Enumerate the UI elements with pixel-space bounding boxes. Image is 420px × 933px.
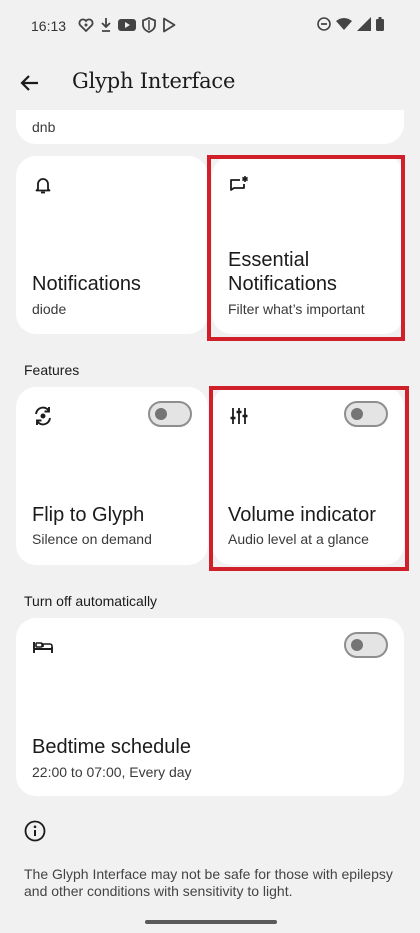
safety-disclaimer: The Glyph Interface may not be safe for … bbox=[24, 866, 393, 899]
essential-subtitle: Filter what’s important bbox=[228, 301, 365, 317]
status-right-icons bbox=[317, 17, 384, 31]
flip-subtitle: Silence on demand bbox=[32, 531, 152, 547]
essential-title-line1: Essential bbox=[228, 249, 310, 271]
youtube-icon bbox=[118, 18, 136, 32]
turn-off-section-label: Turn off automatically bbox=[24, 593, 158, 609]
page-title: Glyph Interface bbox=[72, 69, 236, 93]
bedtime-schedule-card[interactable]: Bedtime schedule 22:00 to 07:00, Every d… bbox=[16, 618, 404, 796]
shield-icon bbox=[142, 17, 156, 33]
notifications-title: Notifications bbox=[32, 273, 141, 295]
back-button[interactable] bbox=[14, 67, 46, 99]
signal-icon bbox=[357, 17, 371, 31]
volume-indicator-toggle[interactable] bbox=[344, 401, 388, 427]
bed-icon bbox=[32, 636, 54, 658]
bedtime-title: Bedtime schedule bbox=[32, 736, 191, 758]
volume-indicator-card[interactable]: Volume indicator Audio level at a glance bbox=[212, 387, 404, 565]
wifi-icon bbox=[336, 17, 352, 31]
bedtime-subtitle: 22:00 to 07:00, Every day bbox=[32, 764, 192, 780]
app-bar: Glyph Interface bbox=[0, 56, 420, 110]
do-not-disturb-icon bbox=[317, 17, 331, 31]
toggle-knob bbox=[155, 408, 167, 420]
essential-title-line2: Notifications bbox=[228, 273, 337, 295]
status-time: 16:13 bbox=[31, 18, 67, 34]
notifications-card[interactable]: Notifications diode bbox=[16, 156, 208, 334]
status-bar: 16:13 bbox=[0, 0, 420, 54]
toggle-knob bbox=[351, 639, 363, 651]
flip-to-glyph-card[interactable]: Flip to Glyph Silence on demand bbox=[16, 387, 208, 565]
flip-sync-icon bbox=[32, 405, 54, 427]
partial-card[interactable]: dnb bbox=[16, 110, 404, 144]
settings-scroll-area[interactable]: dnb Notifications diode Essential Notifi… bbox=[0, 110, 420, 933]
battery-icon bbox=[376, 17, 384, 31]
status-left-icons bbox=[78, 17, 176, 33]
flip-title: Flip to Glyph bbox=[32, 504, 145, 526]
info-icon bbox=[24, 820, 46, 842]
heart-badge-icon bbox=[78, 17, 94, 33]
bell-icon bbox=[32, 174, 54, 196]
volume-subtitle: Audio level at a glance bbox=[228, 531, 369, 547]
volume-title: Volume indicator bbox=[228, 504, 376, 526]
notifications-subtitle: diode bbox=[32, 301, 67, 317]
notification-star-icon bbox=[228, 174, 250, 196]
arrow-back-icon bbox=[20, 75, 38, 91]
play-store-icon bbox=[162, 17, 176, 33]
download-arrow-icon bbox=[100, 17, 112, 33]
partial-card-subtitle: dnb bbox=[32, 119, 56, 135]
flip-to-glyph-toggle[interactable] bbox=[148, 401, 192, 427]
bedtime-schedule-toggle[interactable] bbox=[344, 632, 388, 658]
features-section-label: Features bbox=[24, 362, 80, 378]
sliders-icon bbox=[228, 405, 250, 427]
toggle-knob bbox=[351, 408, 363, 420]
essential-notifications-card[interactable]: Essential Notifications Filter what’s im… bbox=[212, 156, 404, 334]
home-indicator[interactable] bbox=[145, 920, 277, 924]
